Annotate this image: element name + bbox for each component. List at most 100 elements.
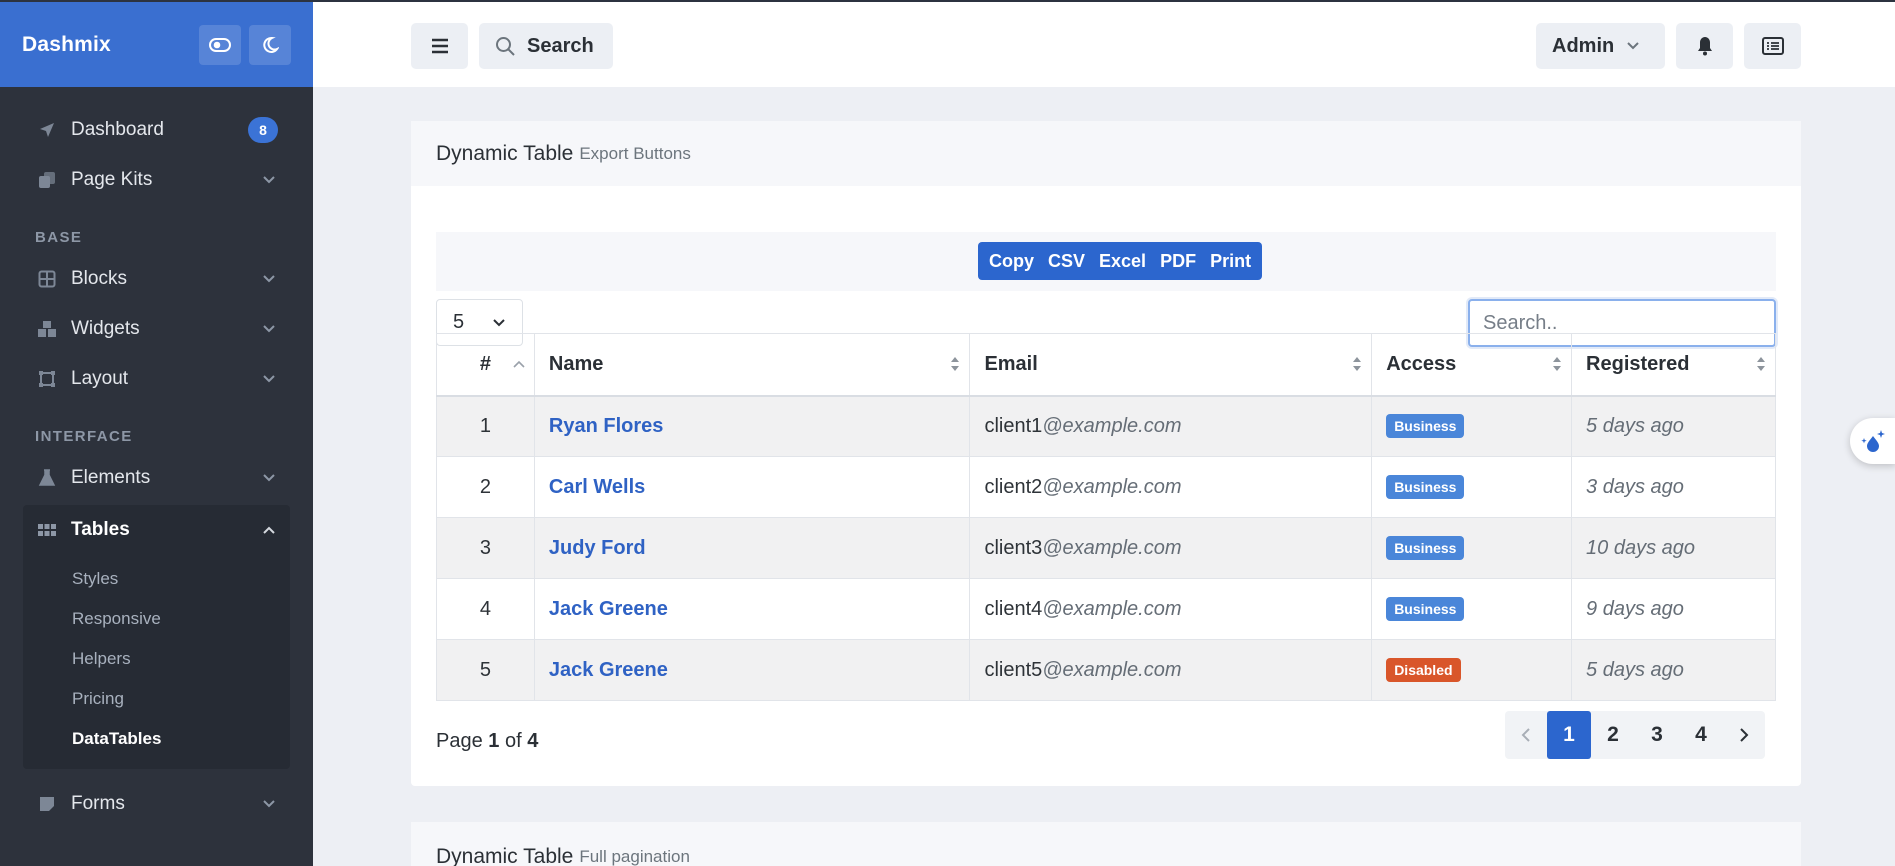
user-name: Admin — [1552, 34, 1615, 57]
access-badge: Business — [1386, 536, 1465, 560]
pagination: 1 2 3 4 — [1505, 711, 1765, 759]
sidebar-subitem-pricing[interactable]: Pricing — [23, 679, 290, 719]
top-header: Search Admin — [313, 0, 1895, 87]
notifications-button[interactable] — [1676, 23, 1733, 69]
sidebar-item-label: Blocks — [71, 268, 127, 289]
access-badge: Business — [1386, 414, 1465, 439]
sort-asc-icon — [513, 361, 525, 368]
sidebar-item-elements[interactable]: Elements — [23, 453, 290, 503]
client-name-link[interactable]: Judy Ford — [549, 537, 646, 559]
paper-plane-icon — [37, 120, 57, 140]
access-badge: Business — [1386, 597, 1465, 621]
page-button-4[interactable]: 4 — [1679, 711, 1723, 759]
copy-icon — [37, 170, 57, 190]
page-info-current: 1 — [488, 730, 500, 752]
page-button-2[interactable]: 2 — [1591, 711, 1635, 759]
nav-heading-base: BASE — [35, 229, 83, 246]
column-header-label: # — [479, 352, 492, 375]
nav-heading-interface: INTERFACE — [35, 428, 133, 445]
block-title: Dynamic Table — [436, 141, 574, 165]
chevron-down-icon — [263, 474, 275, 482]
client-name-link[interactable]: Jack Greene — [549, 659, 668, 681]
email-user: client5 — [984, 658, 1043, 681]
block-header: Dynamic Table Export Buttons — [411, 121, 1801, 186]
header-search-button[interactable]: Search — [479, 23, 613, 69]
sidebar-item-page-kits[interactable]: Page Kits — [23, 155, 290, 205]
sidebar-item-forms[interactable]: Forms — [23, 779, 290, 829]
toggle-icon — [209, 37, 231, 52]
sidebar-subitem-responsive[interactable]: Responsive — [23, 599, 290, 639]
client-name-link[interactable]: Ryan Flores — [549, 415, 663, 437]
sidebar-item-label: Tables — [71, 519, 130, 540]
registered-date: 5 days ago — [1586, 658, 1684, 681]
column-header-number[interactable]: # — [436, 333, 535, 397]
sidebar-item-label: Widgets — [71, 318, 140, 339]
column-header-email[interactable]: Email — [969, 333, 1373, 397]
column-header-access[interactable]: Access — [1371, 333, 1573, 397]
page-info-total: 4 — [527, 730, 539, 752]
layout-toggle-button[interactable] — [199, 24, 241, 65]
sort-icon — [1757, 357, 1765, 372]
block-subtitle: Export Buttons — [579, 143, 691, 163]
sidebar-item-layout[interactable]: Layout — [23, 354, 290, 404]
page-button-3[interactable]: 3 — [1635, 711, 1679, 759]
row-number: 3 — [436, 517, 535, 579]
chevron-up-icon — [263, 526, 275, 534]
print-button[interactable]: Print — [1203, 242, 1258, 280]
sidebar-item-dashboard[interactable]: Dashboard 8 — [23, 105, 290, 155]
chevron-left-icon — [1521, 728, 1530, 742]
email-domain: @example.com — [1042, 414, 1182, 437]
export-toolbar: Copy CSV Excel PDF Print — [436, 232, 1776, 291]
sticky-note-icon — [37, 794, 57, 814]
sidebar-item-widgets[interactable]: Widgets — [23, 304, 290, 354]
column-header-label: Email — [984, 352, 1038, 375]
brand-bar: Dashmix — [0, 0, 313, 87]
column-header-label: Registered — [1586, 352, 1690, 375]
boxes-icon — [37, 319, 57, 339]
flask-icon — [37, 468, 57, 488]
page-button-1[interactable]: 1 — [1547, 711, 1591, 759]
sidebar-subitem-datatables[interactable]: DataTables — [23, 719, 290, 759]
chevron-down-icon — [263, 176, 275, 184]
block-header: Dynamic Table Full pagination — [411, 822, 1801, 866]
sidebar-item-tables[interactable]: Tables — [23, 505, 290, 555]
next-page-button[interactable] — [1723, 711, 1765, 759]
row-number: 1 — [436, 395, 535, 457]
email-domain: @example.com — [1042, 536, 1182, 559]
pdf-button[interactable]: PDF — [1153, 242, 1203, 280]
registered-date: 3 days ago — [1586, 475, 1684, 498]
registered-date: 9 days ago — [1586, 597, 1684, 620]
sidebar-item-label: Dashboard — [71, 119, 164, 140]
bell-icon — [1697, 37, 1712, 56]
user-dropdown-button[interactable]: Admin — [1536, 23, 1665, 69]
dark-mode-button[interactable] — [249, 24, 291, 65]
csv-button[interactable]: CSV — [1041, 242, 1092, 280]
sidebar-subitem-styles[interactable]: Styles — [23, 559, 290, 599]
client-name-link[interactable]: Jack Greene — [549, 598, 668, 620]
sidebar-item-blocks[interactable]: Blocks — [23, 254, 290, 304]
chevron-down-icon — [263, 375, 275, 383]
column-header-registered[interactable]: Registered — [1571, 333, 1776, 397]
table-row: 4 Jack Greene client4@example.com Busine… — [436, 578, 1776, 640]
copy-button[interactable]: Copy — [982, 242, 1041, 280]
notification-count-badge: 8 — [248, 117, 278, 143]
email-user: client3 — [984, 536, 1043, 559]
side-overlay-button[interactable] — [1744, 23, 1801, 69]
previous-page-button[interactable] — [1505, 711, 1547, 759]
column-header-name[interactable]: Name — [533, 333, 971, 397]
access-badge: Disabled — [1386, 658, 1461, 682]
brand-logo[interactable]: Dashmix — [22, 33, 111, 57]
list-alt-icon — [1761, 37, 1784, 55]
sidebar-item-label: Elements — [71, 467, 151, 488]
theme-customizer-button[interactable] — [1850, 418, 1895, 464]
chevron-down-icon — [263, 275, 275, 283]
page-info-prefix: Page — [436, 730, 483, 752]
row-number: 5 — [436, 639, 535, 701]
search-icon — [496, 37, 515, 56]
sort-icon — [1353, 357, 1362, 372]
sidebar: Dashmix Dashboard 8 Page Kits BASE Block… — [0, 0, 313, 866]
client-name-link[interactable]: Carl Wells — [549, 476, 645, 498]
excel-button[interactable]: Excel — [1092, 242, 1153, 280]
menu-toggle-button[interactable] — [411, 23, 468, 69]
sidebar-subitem-helpers[interactable]: Helpers — [23, 639, 290, 679]
